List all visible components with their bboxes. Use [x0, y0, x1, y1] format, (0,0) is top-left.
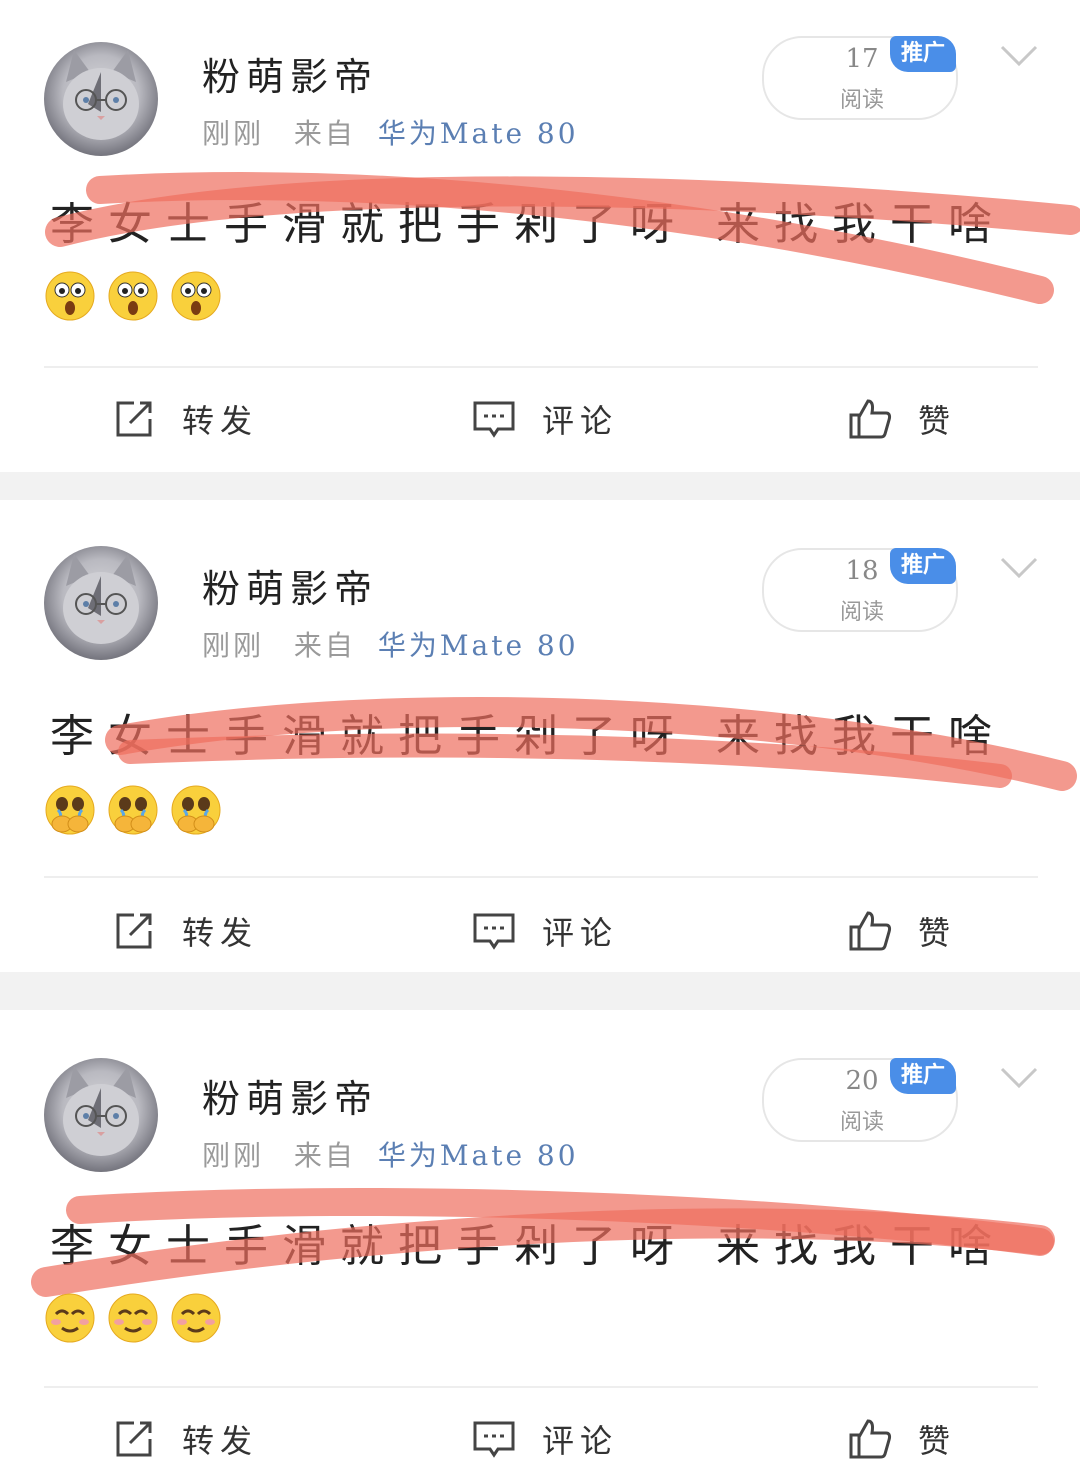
- like-label: 赞: [918, 402, 957, 440]
- shocked-face-emoji-icon: [45, 271, 95, 321]
- feed-post[interactable]: 粉萌影帝 刚刚 来自 华为Mate 80 17 阅读 推广 李女士手滑就把手剁了…: [0, 0, 1080, 472]
- avatar[interactable]: [44, 1058, 158, 1172]
- repost-icon: [116, 401, 152, 437]
- read-label: 阅读: [839, 1110, 884, 1135]
- repost-label: 转发: [182, 402, 259, 440]
- repost-button[interactable]: 转发: [112, 1414, 258, 1464]
- author-name[interactable]: 粉萌影帝: [202, 558, 378, 613]
- shocked-face-emoji-icon: [171, 271, 221, 321]
- crying-covering-mouth-emoji-icon: [171, 785, 221, 835]
- comment-button[interactable]: 评论: [472, 1414, 618, 1464]
- cat-avatar-icon: [63, 1066, 139, 1156]
- post-text: 李女士手滑就把手剁了呀 来找我干啥: [50, 1221, 1006, 1272]
- read-label: 阅读: [839, 88, 884, 113]
- post-time: 刚刚: [202, 629, 265, 662]
- emoji-row: [44, 1292, 228, 1348]
- post-text: 李女士手滑就把手剁了呀 来找我干啥: [50, 199, 1006, 250]
- thumbs-up-icon: [849, 911, 892, 951]
- avatar[interactable]: [44, 546, 158, 660]
- from-label: 来自: [293, 117, 356, 150]
- like-button[interactable]: 赞: [848, 1414, 956, 1464]
- repost-icon: [116, 913, 152, 949]
- comment-label: 评论: [542, 914, 619, 952]
- avatar[interactable]: [44, 42, 158, 156]
- post-text: 李女士手滑就把手剁了呀 来找我干啥: [50, 711, 1006, 762]
- chevron-down-icon[interactable]: [1000, 44, 1038, 68]
- emoji-row: [44, 784, 228, 840]
- post-time: 刚刚: [202, 117, 265, 150]
- author-name[interactable]: 粉萌影帝: [202, 1068, 378, 1123]
- repost-icon: [116, 1421, 152, 1457]
- smirk-face-emoji-icon: [45, 1293, 95, 1343]
- comment-icon: [473, 913, 515, 950]
- author-name[interactable]: 粉萌影帝: [202, 46, 378, 101]
- comment-button[interactable]: 评论: [472, 906, 618, 956]
- smirk-face-emoji-icon: [171, 1293, 221, 1343]
- post-time: 刚刚: [202, 1139, 265, 1172]
- comment-button[interactable]: 评论: [472, 394, 618, 444]
- repost-button[interactable]: 转发: [112, 906, 258, 956]
- repost-label: 转发: [182, 1422, 259, 1460]
- device-source[interactable]: 华为Mate 80: [378, 117, 579, 150]
- promo-badge: 推广: [890, 1058, 956, 1094]
- feed-post[interactable]: 粉萌影帝 刚刚 来自 华为Mate 80 20 阅读 推广 李女士手滑就把手剁了…: [0, 1010, 1080, 1468]
- post-meta: 刚刚 来自 华为Mate 80: [202, 112, 579, 152]
- thumbs-up-icon: [849, 1419, 892, 1459]
- device-source[interactable]: 华为Mate 80: [378, 629, 579, 662]
- thumbs-up-icon: [849, 399, 892, 439]
- device-source[interactable]: 华为Mate 80: [378, 1139, 579, 1172]
- crying-covering-mouth-emoji-icon: [45, 785, 95, 835]
- divider: [44, 366, 1038, 368]
- promo-badge: 推广: [890, 36, 956, 72]
- read-label: 阅读: [839, 600, 884, 625]
- repost-button[interactable]: 转发: [112, 394, 258, 444]
- cat-avatar-icon: [63, 554, 139, 644]
- repost-label: 转发: [182, 914, 259, 952]
- chevron-down-icon[interactable]: [1000, 1066, 1038, 1090]
- promo-badge: 推广: [890, 548, 956, 584]
- smirk-face-emoji-icon: [108, 1293, 158, 1343]
- feed-post[interactable]: 粉萌影帝 刚刚 来自 华为Mate 80 18 阅读 推广 李女士手滑就把手剁了…: [0, 500, 1080, 972]
- from-label: 来自: [293, 629, 356, 662]
- from-label: 来自: [293, 1139, 356, 1172]
- crying-covering-mouth-emoji-icon: [108, 785, 158, 835]
- shocked-face-emoji-icon: [108, 271, 158, 321]
- comment-icon: [473, 401, 515, 438]
- chevron-down-icon[interactable]: [1000, 556, 1038, 580]
- post-meta: 刚刚 来自 华为Mate 80: [202, 1134, 579, 1174]
- divider: [44, 1386, 1038, 1388]
- cat-avatar-icon: [63, 50, 139, 140]
- like-label: 赞: [918, 1422, 957, 1460]
- like-button[interactable]: 赞: [848, 906, 956, 956]
- comment-label: 评论: [542, 402, 619, 440]
- emoji-row: [44, 270, 228, 326]
- comment-label: 评论: [542, 1422, 619, 1460]
- divider: [44, 876, 1038, 878]
- post-meta: 刚刚 来自 华为Mate 80: [202, 624, 579, 664]
- like-label: 赞: [918, 914, 957, 952]
- like-button[interactable]: 赞: [848, 394, 956, 444]
- comment-icon: [473, 1421, 515, 1458]
